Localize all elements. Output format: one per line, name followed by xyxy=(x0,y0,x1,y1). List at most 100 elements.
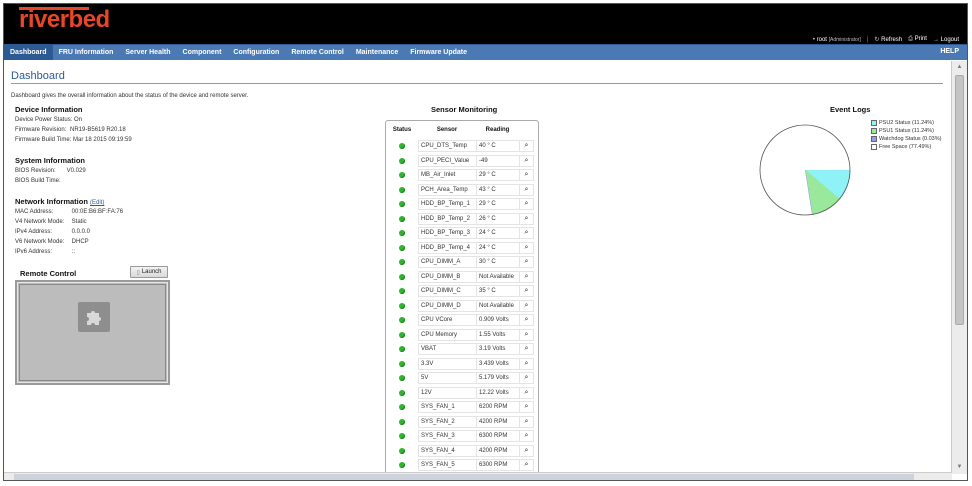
bios-revision: BIOS Revision: V0.029 xyxy=(15,168,86,174)
magnifier-icon[interactable]: ⌕ xyxy=(519,386,534,399)
legend-swatch xyxy=(871,120,877,126)
magnifier-icon[interactable]: ⌕ xyxy=(519,343,534,356)
magnifier-icon[interactable]: ⌕ xyxy=(519,198,534,211)
magnifier-icon[interactable]: ⌕ xyxy=(519,270,534,283)
sensor-name: CPU_PECI_Value xyxy=(418,154,476,167)
status-ok-icon xyxy=(399,418,405,425)
sensor-reading: 3.19 Volts xyxy=(476,343,519,356)
scroll-up-arrow-icon[interactable]: ▲ xyxy=(955,63,964,72)
horizontal-scrollbar-thumb[interactable] xyxy=(14,474,914,480)
nav-item-maintenance[interactable]: Maintenance xyxy=(350,45,404,60)
nav-item-dashboard[interactable]: Dashboard xyxy=(4,45,53,60)
magnifier-icon[interactable]: ⌕ xyxy=(519,227,534,240)
status-ok-icon xyxy=(399,201,405,208)
magnifier-icon[interactable]: ⌕ xyxy=(519,154,534,167)
sensor-row: SYS_FAN_2 4200 RPM ⌕ xyxy=(386,415,538,430)
sensor-row: CPU_DIMM_A 30 ° C ⌕ xyxy=(386,255,538,270)
status-ok-icon xyxy=(399,215,405,222)
vertical-scrollbar[interactable]: ▲ ▼ xyxy=(951,61,967,474)
sensor-row: CPU Memory 1.55 Volts ⌕ xyxy=(386,328,538,343)
magnifier-icon[interactable]: ⌕ xyxy=(519,328,534,341)
help-link[interactable]: HELP xyxy=(940,48,959,55)
logout-icon: → xyxy=(932,36,939,43)
magnifier-icon[interactable]: ⌕ xyxy=(519,241,534,254)
magnifier-icon[interactable]: ⌕ xyxy=(519,169,534,182)
status-ok-icon xyxy=(399,462,405,469)
magnifier-icon[interactable]: ⌕ xyxy=(519,285,534,298)
device-info-heading: Device Information xyxy=(15,105,83,114)
nav-item-component[interactable]: Component xyxy=(177,45,228,60)
sensor-row: MB_Air_Inlet 29 ° C ⌕ xyxy=(386,168,538,183)
magnifier-icon[interactable]: ⌕ xyxy=(519,444,534,457)
magnifier-icon[interactable]: ⌕ xyxy=(519,372,534,385)
magnifier-icon[interactable]: ⌕ xyxy=(519,357,534,370)
nav-item-server-health[interactable]: Server Health xyxy=(119,45,176,60)
magnifier-icon[interactable]: ⌕ xyxy=(519,430,534,443)
sensor-name: CPU_DIMM_B xyxy=(418,270,476,283)
riverbed-logo: riverbed xyxy=(19,6,110,33)
sensor-reading: 4200 RPM xyxy=(476,415,519,428)
event-logs-pie-chart xyxy=(759,124,851,216)
legend-swatch xyxy=(871,144,877,150)
status-cell xyxy=(386,288,418,295)
firmware-revision: Firmware Revision: NR19-B5619 R20.18 xyxy=(15,127,126,133)
nav-item-configuration[interactable]: Configuration xyxy=(227,45,285,60)
status-cell xyxy=(386,273,418,280)
sensor-name: PCH_Area_Temp xyxy=(418,183,476,196)
nav-item-fru-information[interactable]: FRU Information xyxy=(53,45,120,60)
status-ok-icon xyxy=(399,172,405,179)
sensor-row: SYS_FAN_5 6300 RPM ⌕ xyxy=(386,458,538,473)
magnifier-icon[interactable]: ⌕ xyxy=(519,212,534,225)
scrollbar-thumb[interactable] xyxy=(955,75,964,325)
scroll-down-arrow-icon[interactable]: ▼ xyxy=(955,463,964,472)
status-ok-icon xyxy=(399,186,405,193)
status-cell xyxy=(386,462,418,469)
sensor-reading: 6200 RPM xyxy=(476,401,519,414)
sensor-row: HDD_BP_Temp_2 26 ° C ⌕ xyxy=(386,212,538,227)
nav-item-remote-control[interactable]: Remote Control xyxy=(285,45,350,60)
legend-item: Free Space (77.49%) xyxy=(871,143,941,151)
sensor-reading: 12.22 Volts xyxy=(476,386,519,399)
launch-button[interactable]: ▯ Launch xyxy=(130,266,168,278)
status-ok-icon xyxy=(399,447,405,454)
sensor-row: HDD_BP_Temp_4 24 ° C ⌕ xyxy=(386,241,538,256)
horizontal-scrollbar[interactable] xyxy=(4,472,952,480)
sensor-row: CPU VCore 0.909 Volts ⌕ xyxy=(386,313,538,328)
status-ok-icon xyxy=(399,433,405,440)
magnifier-icon[interactable]: ⌕ xyxy=(519,401,534,414)
device-power-status: Device Power Status: On xyxy=(15,117,83,123)
nav-item-firmware-update[interactable]: Firmware Update xyxy=(404,45,473,60)
system-info-heading: System Information xyxy=(15,156,86,165)
magnifier-icon[interactable]: ⌕ xyxy=(519,140,534,153)
sensor-name: SYS_FAN_2 xyxy=(418,415,476,428)
status-ok-icon xyxy=(399,259,405,266)
magnifier-icon[interactable]: ⌕ xyxy=(519,256,534,269)
remote-control-heading: Remote Control xyxy=(20,269,77,278)
edit-network-link[interactable]: (Edit) xyxy=(90,200,104,206)
sensor-reading: 4200 RPM xyxy=(476,444,519,457)
sensor-name: CPU_DIMM_C xyxy=(418,285,476,298)
sensor-name: CPU VCore xyxy=(418,314,476,327)
sensor-name: SYS_FAN_1 xyxy=(418,401,476,414)
status-ok-icon xyxy=(399,244,405,251)
sensor-name: 5V xyxy=(418,372,476,385)
remote-console-preview[interactable] xyxy=(15,280,170,385)
legend-item: PSU1 Status (11.24%) xyxy=(871,127,941,135)
logout-button[interactable]: → Logout xyxy=(933,37,959,43)
refresh-button[interactable]: ↻ Refresh xyxy=(874,36,902,43)
top-header: riverbed • root [Administrator] | ↻ Refr… xyxy=(4,4,967,44)
magnifier-icon[interactable]: ⌕ xyxy=(519,314,534,327)
user-info: • root [Administrator] xyxy=(813,37,861,43)
ipv4-address: IPv4 Address: 0.0.0.0 xyxy=(15,229,91,235)
magnifier-icon[interactable]: ⌕ xyxy=(519,459,534,472)
print-icon: ⎙ xyxy=(908,36,913,42)
sensor-row: VBAT 3.19 Volts ⌕ xyxy=(386,342,538,357)
magnifier-icon[interactable]: ⌕ xyxy=(519,299,534,312)
print-button[interactable]: ⎙ Print xyxy=(908,36,927,43)
status-cell xyxy=(386,230,418,237)
sensor-monitoring-title: Sensor Monitoring xyxy=(431,105,498,114)
magnifier-icon[interactable]: ⌕ xyxy=(519,183,534,196)
status-ok-icon xyxy=(399,317,405,324)
sensor-reading: 43 ° C xyxy=(476,183,519,196)
magnifier-icon[interactable]: ⌕ xyxy=(519,415,534,428)
